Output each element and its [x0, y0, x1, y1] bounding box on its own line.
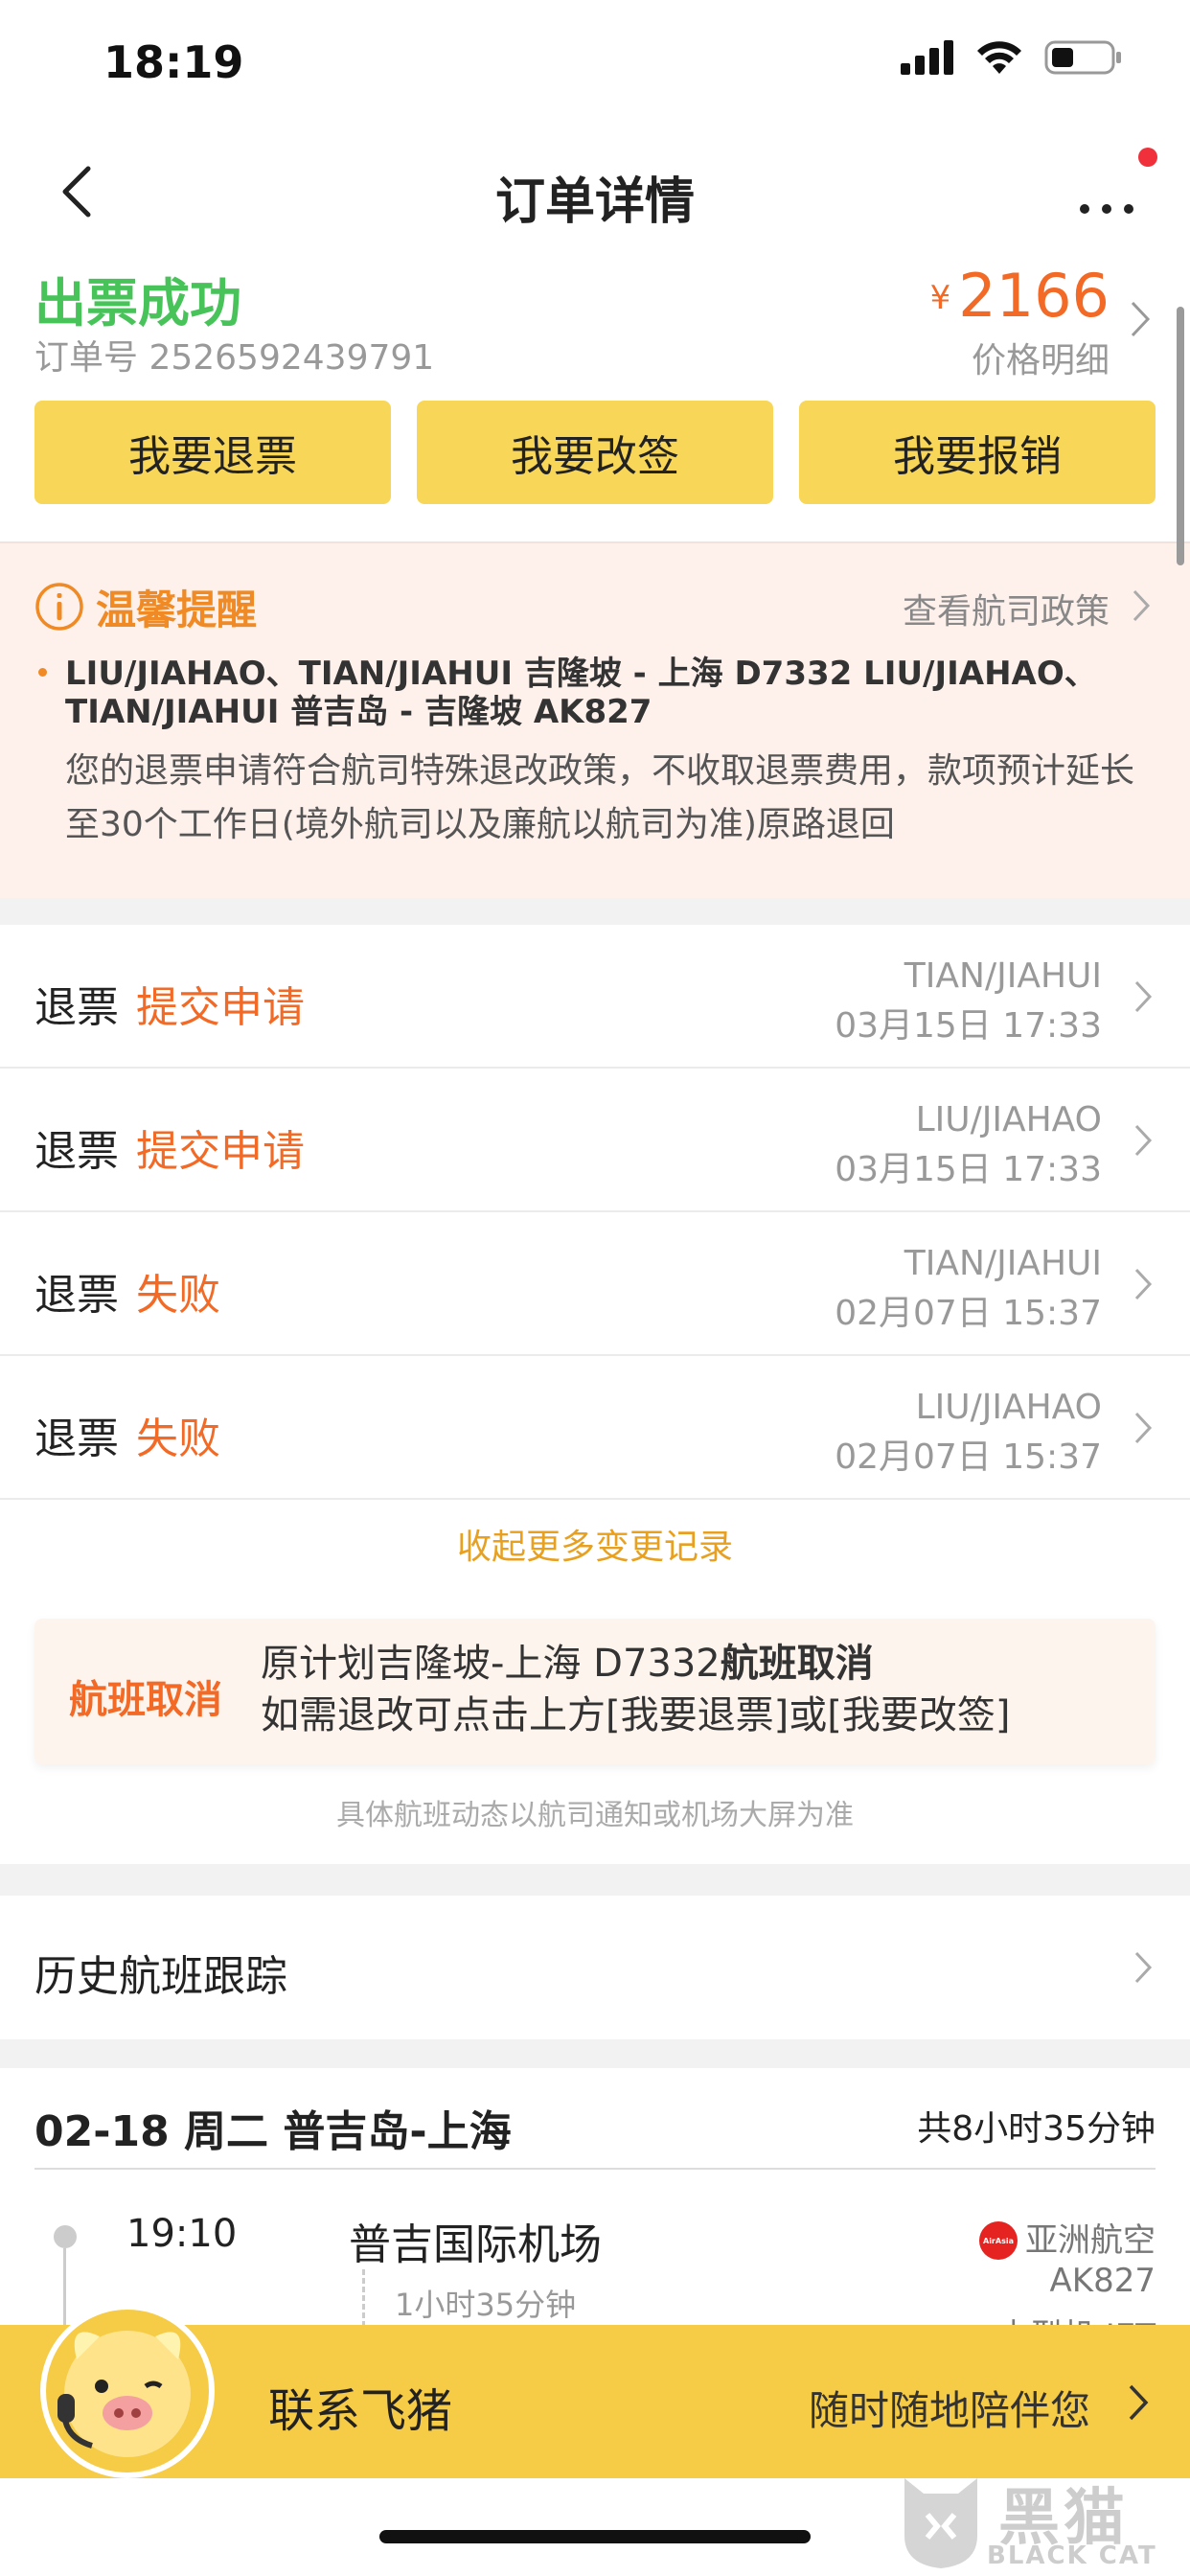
notice-body: 您的退票申请符合航司特殊退改政策，不收取退票费用，款项预计延长至30个工作日(境… [65, 751, 1135, 844]
record-time: 03月15日 17:33 [835, 1006, 1102, 1046]
cancel-footnote: 具体航班动态以航司通知或机场大屏为准 [336, 1799, 854, 1832]
battery-icon [1044, 40, 1121, 75]
flight-cancel-card: 航班取消 原计划吉隆坡-上海 D7332航班取消 如需退改可点击上方[我要退票]… [34, 1619, 1156, 1764]
departure-time: 19:10 [126, 2212, 238, 2256]
more-dots-icon[interactable] [1073, 159, 1140, 226]
record-meta: TIAN/JIAHUI 03月15日 17:33 [835, 952, 1102, 1051]
cancel-section: 航班取消 原计划吉隆坡-上海 D7332航班取消 如需退改可点击上方[我要退票]… [0, 1586, 1190, 1864]
price-detail-link[interactable]: 价格明细 [930, 333, 1110, 382]
airline-logo-icon: AirAsia [979, 2221, 1018, 2260]
cancel-title: 航班取消 [69, 1678, 222, 1722]
airline-name: 亚洲航空 [1025, 2221, 1156, 2260]
divider [34, 2168, 1156, 2170]
order-number: 订单号 2526592439791 [34, 338, 435, 378]
record-type: 退票 [34, 1271, 119, 1320]
record-meta: LIU/JIAHAO 03月15日 17:33 [835, 1095, 1102, 1195]
record-type: 退票 [34, 983, 119, 1032]
record-passenger: TIAN/JIAHUI [904, 1244, 1102, 1283]
contact-label: 联系飞猪 [268, 2384, 453, 2438]
chevron-right-icon [1134, 1124, 1153, 1157]
order-header: 出票成功 订单号 2526592439791 ¥2166 价格明细 我要退票 我… [0, 249, 1190, 541]
record-passenger: TIAN/JIAHUI [904, 956, 1102, 996]
info-icon [35, 583, 83, 631]
chevron-right-icon [1134, 1412, 1153, 1444]
notification-dot [1138, 148, 1157, 167]
duration-dash [362, 2269, 365, 2327]
history-label: 历史航班跟踪 [34, 1952, 287, 2001]
status-icons [901, 38, 1123, 77]
record-passenger: LIU/JIAHAO [915, 1388, 1102, 1427]
reimburse-button[interactable]: 我要报销 [799, 401, 1156, 504]
fliggy-mascot-icon [40, 2304, 215, 2478]
wifi-icon [977, 41, 1021, 74]
price-summary[interactable]: ¥2166 价格明细 [930, 261, 1110, 382]
contact-bar[interactable]: 联系飞猪 随时随地陪伴您 [0, 2304, 1190, 2478]
chevron-right-icon [1134, 1268, 1153, 1300]
cancel-line-1: 原计划吉隆坡-上海 D7332航班取消 [261, 1638, 1010, 1690]
airline-policy-link[interactable]: 查看航司政策 [903, 584, 1110, 633]
record-meta: TIAN/JIAHUI 02月07日 15:37 [835, 1239, 1102, 1339]
change-records: 退票 提交申请 TIAN/JIAHUI 03月15日 17:33 退票 提交申请… [0, 925, 1190, 1586]
record-state: 失败 [136, 1414, 220, 1463]
flight-duration: 1小时35分钟 [395, 2287, 577, 2323]
airline-logo-text: AirAsia [983, 2236, 1014, 2245]
cancel-line-1-prefix: 原计划吉隆坡-上海 D7332 [261, 1642, 721, 1686]
order-status: 出票成功 [34, 273, 241, 334]
flight-number: AK827 [1049, 2262, 1156, 2300]
watermark: 黑猫 BLACK CAT [895, 2463, 1173, 2576]
chevron-right-icon [1134, 980, 1153, 1013]
departure-airport: 普吉国际机场 [349, 2220, 602, 2269]
record-state: 提交申请 [136, 1127, 305, 1176]
timeline-dot [54, 2225, 77, 2248]
flight-header: 02-18 周二 普吉岛-上海 [34, 2107, 512, 2156]
price-value: 2166 [958, 261, 1110, 331]
notice-passengers: LIU/JIAHAO、TIAN/JIAHUI 吉隆坡 - 上海 D7332 LI… [65, 655, 1097, 731]
record-row[interactable]: 退票 失败 TIAN/JIAHUI 02月07日 15:37 [0, 1212, 1190, 1356]
chevron-right-icon [1129, 2384, 1149, 2421]
record-state: 失败 [136, 1271, 220, 1320]
record-meta: LIU/JIAHAO 02月07日 15:37 [835, 1383, 1102, 1483]
home-indicator[interactable] [379, 2530, 811, 2543]
record-type: 退票 [34, 1127, 119, 1176]
price-line: ¥2166 [930, 261, 1110, 331]
change-button[interactable]: 我要改签 [417, 401, 773, 504]
chevron-right-icon[interactable] [1129, 586, 1154, 626]
contact-slogan: 随时随地陪伴您 [808, 2387, 1090, 2434]
collapse-records-link[interactable]: 收起更多变更记录 [0, 1519, 1190, 1569]
signal-icon [901, 40, 953, 75]
record-row[interactable]: 退票 提交申请 LIU/JIAHAO 03月15日 17:33 [0, 1069, 1190, 1212]
record-type: 退票 [34, 1414, 119, 1463]
chevron-right-icon[interactable] [1125, 295, 1156, 343]
record-time: 02月07日 15:37 [835, 1294, 1102, 1333]
scrollbar[interactable] [1177, 307, 1184, 565]
notice-title: 温馨提醒 [96, 586, 258, 633]
chevron-right-icon [1134, 1951, 1153, 1984]
notice-panel: 温馨提醒 查看航司政策 LIU/JIAHAO、TIAN/JIAHUI 吉隆坡 -… [0, 541, 1190, 898]
watermark-subtitle: BLACK CAT [987, 2542, 1157, 2570]
record-state: 提交申请 [136, 983, 305, 1032]
flight-total-duration: 共8小时35分钟 [917, 2109, 1156, 2149]
record-passenger: LIU/JIAHAO [915, 1100, 1102, 1139]
record-row[interactable]: 退票 失败 LIU/JIAHAO 02月07日 15:37 [0, 1356, 1190, 1500]
page-title: 订单详情 [494, 173, 695, 231]
record-time: 02月07日 15:37 [835, 1438, 1102, 1477]
cancel-line-2: 如需退改可点击上方[我要退票]或[我要改签] [261, 1693, 1011, 1737]
nav-bar: 订单详情 [0, 134, 1190, 249]
refund-button[interactable]: 我要退票 [34, 401, 391, 504]
price-currency: ¥ [929, 279, 951, 317]
flight-history-row[interactable]: 历史航班跟踪 [0, 1896, 1190, 2039]
cancel-line-1-bold: 航班取消 [720, 1642, 874, 1686]
status-bar: 18:19 [0, 0, 1190, 134]
record-row[interactable]: 退票 提交申请 TIAN/JIAHUI 03月15日 17:33 [0, 925, 1190, 1069]
record-time: 03月15日 17:33 [835, 1150, 1102, 1189]
status-time: 18:19 [103, 36, 244, 88]
black-cat-logo-icon [904, 2478, 977, 2568]
bullet-dot [38, 668, 47, 677]
cancel-text: 原计划吉隆坡-上海 D7332航班取消 如需退改可点击上方[我要退票]或[我要改… [261, 1638, 1010, 1741]
action-buttons: 我要退票 我要改签 我要报销 [34, 401, 1156, 504]
